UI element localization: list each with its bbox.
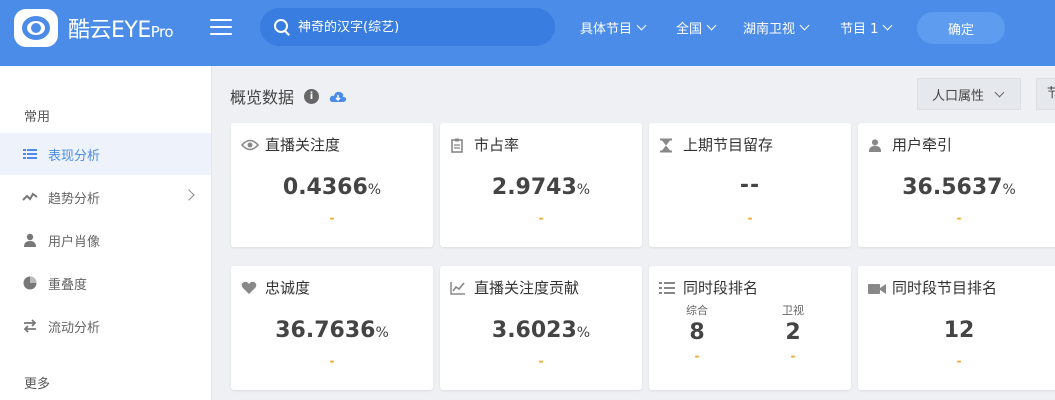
chevron-down-icon xyxy=(636,20,647,31)
logo-eye-icon xyxy=(14,9,58,47)
program-type-dropdown[interactable]: 具体节目 xyxy=(580,18,647,37)
clipboard-icon xyxy=(450,138,466,153)
metric-card-timeslot-program-rank: 同时段节目排名 12 - xyxy=(858,266,1055,390)
card-change: - xyxy=(538,354,544,368)
trend-line-icon xyxy=(22,189,38,205)
sidebar-item-performance[interactable]: 表现分析 xyxy=(0,133,211,175)
cloud-download-icon[interactable] xyxy=(329,89,347,103)
card-value: 2.9743% xyxy=(491,175,591,200)
card-value: 36.5637% xyxy=(902,175,1016,200)
filter-label: 人口属性 xyxy=(932,88,985,104)
card-value: -- xyxy=(739,173,761,198)
confirm-button[interactable]: 确定 xyxy=(917,12,1005,44)
channel-dropdown[interactable]: 湖南卫视 xyxy=(743,18,810,37)
card-change: - xyxy=(956,211,962,225)
card-value: 0.4366% xyxy=(282,175,382,200)
metric-card-timeslot-rank: 同时段排名 综合 8 - 卫视 2 - xyxy=(649,266,851,390)
sidebar-item-overlap[interactable]: 重叠度 xyxy=(0,262,211,304)
sidebar-item-user-portrait[interactable]: 用户肖像 xyxy=(0,219,211,261)
card-change: - xyxy=(747,211,753,225)
sidebar-item-label: 用户肖像 xyxy=(48,234,101,250)
list-icon xyxy=(659,281,675,295)
sidebar-item-label: 流动分析 xyxy=(48,320,101,336)
metric-card-attention-contribution: 直播关注度贡献 3.6023% - xyxy=(440,266,642,390)
swap-arrows-icon xyxy=(22,318,38,334)
chevron-down-icon xyxy=(882,20,893,31)
card-title: 用户牵引 xyxy=(892,136,953,154)
card-change: - xyxy=(329,211,335,225)
program-filter-dropdown[interactable]: 节 xyxy=(1036,78,1055,110)
metric-card-loyalty: 忠诚度 36.7636% - xyxy=(231,266,433,390)
sidebar-item-label: 趋势分析 xyxy=(48,191,101,207)
card-title: 上期节目留存 xyxy=(683,136,774,154)
search-box[interactable] xyxy=(260,8,555,46)
line-chart-icon xyxy=(450,281,466,295)
chevron-down-icon xyxy=(799,20,810,31)
search-icon xyxy=(274,19,290,35)
pie-icon xyxy=(22,275,38,291)
card-value: 3.6023% xyxy=(491,318,591,343)
card-title: 直播关注度 xyxy=(265,136,341,154)
user-icon xyxy=(22,232,38,248)
sidebar-item-trend[interactable]: 趋势分析 xyxy=(0,176,211,218)
logo[interactable]: 酷云EYEPro xyxy=(14,9,174,47)
program-dropdown[interactable]: 节目 1 xyxy=(840,18,893,37)
bar-list-icon xyxy=(22,146,38,162)
card-title: 同时段节目排名 xyxy=(892,279,998,297)
video-icon xyxy=(868,281,886,295)
rank-overall: 综合 8 - xyxy=(686,304,708,363)
hourglass-icon xyxy=(659,138,675,152)
card-title: 同时段排名 xyxy=(683,279,759,297)
sidebar-item-label: 重叠度 xyxy=(48,277,88,293)
card-title: 市占率 xyxy=(474,136,520,154)
chevron-down-icon xyxy=(706,20,717,31)
page-title: 概览数据 xyxy=(230,88,295,107)
chevron-down-icon xyxy=(994,87,1005,97)
metric-card-user-traction: 用户牵引 36.5637% - xyxy=(858,123,1055,247)
sidebar-section-common: 常用 xyxy=(24,110,51,125)
chevron-right-icon xyxy=(183,189,195,201)
card-value: 36.7636% xyxy=(275,318,389,343)
info-icon[interactable]: i xyxy=(304,88,320,104)
user-icon xyxy=(868,138,884,152)
menu-icon[interactable] xyxy=(210,19,232,37)
card-change: - xyxy=(538,211,544,225)
rank-satellite: 卫视 2 - xyxy=(782,304,804,363)
metric-card-market-share: 市占率 2.9743% - xyxy=(440,123,642,247)
search-input[interactable] xyxy=(298,19,548,35)
card-change: - xyxy=(956,354,962,368)
heart-icon xyxy=(241,281,257,295)
region-dropdown[interactable]: 全国 xyxy=(676,18,717,37)
metric-card-live-attention: 直播关注度 0.4366% - xyxy=(231,123,433,247)
card-change: - xyxy=(329,354,335,368)
sidebar-item-flow[interactable]: 流动分析 xyxy=(0,305,211,347)
card-title: 忠诚度 xyxy=(265,279,311,297)
top-bar: 酷云EYEPro 具体节目 全国 湖南卫视 节目 1 确定 xyxy=(0,0,1055,66)
sidebar-section-more: 更多 xyxy=(24,377,51,392)
card-value: 12 xyxy=(943,318,975,343)
metric-card-retention: 上期节目留存 -- - xyxy=(649,123,851,247)
page-title-row: 概览数据 i xyxy=(230,84,347,108)
demographic-filter-dropdown[interactable]: 人口属性 xyxy=(917,78,1021,110)
logo-text: 酷云EYEPro xyxy=(68,18,174,43)
eye-icon xyxy=(240,138,260,152)
sidebar-item-label: 表现分析 xyxy=(48,148,101,164)
card-title: 直播关注度贡献 xyxy=(474,279,580,297)
sidebar: 常用 表现分析 趋势分析 用户肖像 重叠度 流动分析 更多 xyxy=(0,66,212,400)
